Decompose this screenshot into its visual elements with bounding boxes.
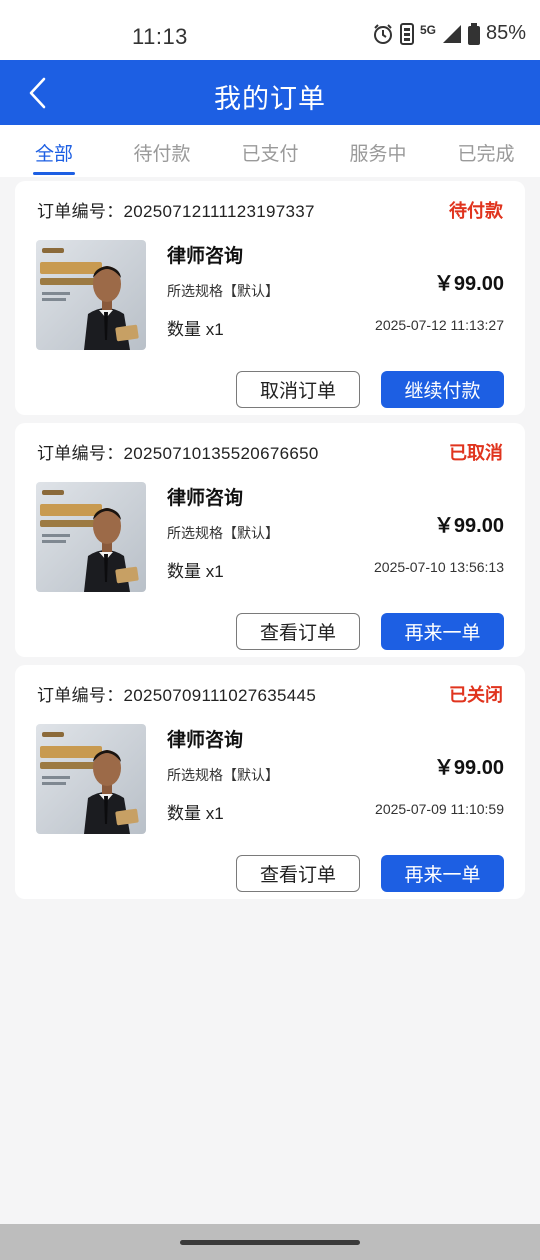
order-price: ￥99.00: [433, 757, 504, 779]
order-status-badge: 已取消: [449, 443, 503, 463]
alarm-icon: [373, 23, 392, 44]
product-spec: 所选规格【默认】: [167, 767, 279, 783]
tab-pending-payment[interactable]: 待付款: [108, 125, 216, 177]
signal-icon: [442, 24, 461, 43]
order-card: 订单编号：20250709111027635445 已关闭 律师咨询 所选规格【…: [15, 665, 525, 899]
continue-payment-button[interactable]: 继续付款: [381, 371, 504, 408]
page-title: 我的订单: [214, 84, 326, 114]
product-thumbnail[interactable]: [36, 240, 146, 350]
order-card: 订单编号：20250712111123197337 待付款 律师咨询 所选规格【…: [15, 181, 525, 415]
order-status-badge: 待付款: [449, 201, 503, 221]
order-price: ￥99.00: [433, 515, 504, 537]
tab-in-service[interactable]: 服务中: [324, 125, 432, 177]
cancel-order-button[interactable]: 取消订单: [236, 371, 360, 408]
sim-icon: [399, 22, 414, 45]
product-spec: 所选规格【默认】: [167, 283, 279, 299]
battery-icon: [467, 22, 480, 45]
status-bar: 11:13 5G 85%: [0, 0, 540, 60]
system-nav-bar: [0, 1224, 540, 1260]
product-name: 律师咨询: [167, 246, 244, 267]
order-price: ￥99.00: [433, 273, 504, 295]
order-number: 订单编号：20250712111123197337: [37, 202, 315, 221]
tab-completed[interactable]: 已完成: [432, 125, 540, 177]
status-icons: 5G 85%: [372, 22, 526, 45]
product-spec: 所选规格【默认】: [167, 525, 279, 541]
network-label: 5G: [419, 22, 436, 37]
order-date: 2025-07-10 13:56:13: [374, 559, 504, 575]
order-date: 2025-07-09 11:10:59: [375, 801, 504, 817]
reorder-button[interactable]: 再来一单: [381, 613, 504, 650]
tab-paid[interactable]: 已支付: [216, 125, 324, 177]
home-indicator[interactable]: [180, 1240, 360, 1245]
product-quantity: 数量 x1: [167, 804, 224, 823]
order-date: 2025-07-12 11:13:27: [375, 317, 504, 333]
tab-all[interactable]: 全部: [0, 125, 108, 177]
product-quantity: 数量 x1: [167, 320, 224, 339]
order-card: 订单编号：20250710135520676650 已取消 律师咨询 所选规格【…: [15, 423, 525, 657]
product-thumbnail[interactable]: [36, 724, 146, 834]
product-name: 律师咨询: [167, 488, 244, 509]
reorder-button[interactable]: 再来一单: [381, 855, 504, 892]
order-number: 订单编号：20250709111027635445: [37, 686, 317, 705]
view-order-button[interactable]: 查看订单: [236, 613, 360, 650]
header-bar: 我的订单: [0, 60, 540, 125]
product-thumbnail[interactable]: [36, 482, 146, 592]
view-order-button[interactable]: 查看订单: [236, 855, 360, 892]
product-quantity: 数量 x1: [167, 562, 224, 581]
order-number: 订单编号：20250710135520676650: [37, 444, 319, 463]
order-tabs: 全部 待付款 已支付 服务中 已完成: [0, 125, 540, 177]
product-name: 律师咨询: [167, 730, 244, 751]
status-time: 11:13: [132, 24, 188, 49]
order-status-badge: 已关闭: [449, 685, 503, 705]
battery-percent: 85%: [485, 22, 526, 44]
